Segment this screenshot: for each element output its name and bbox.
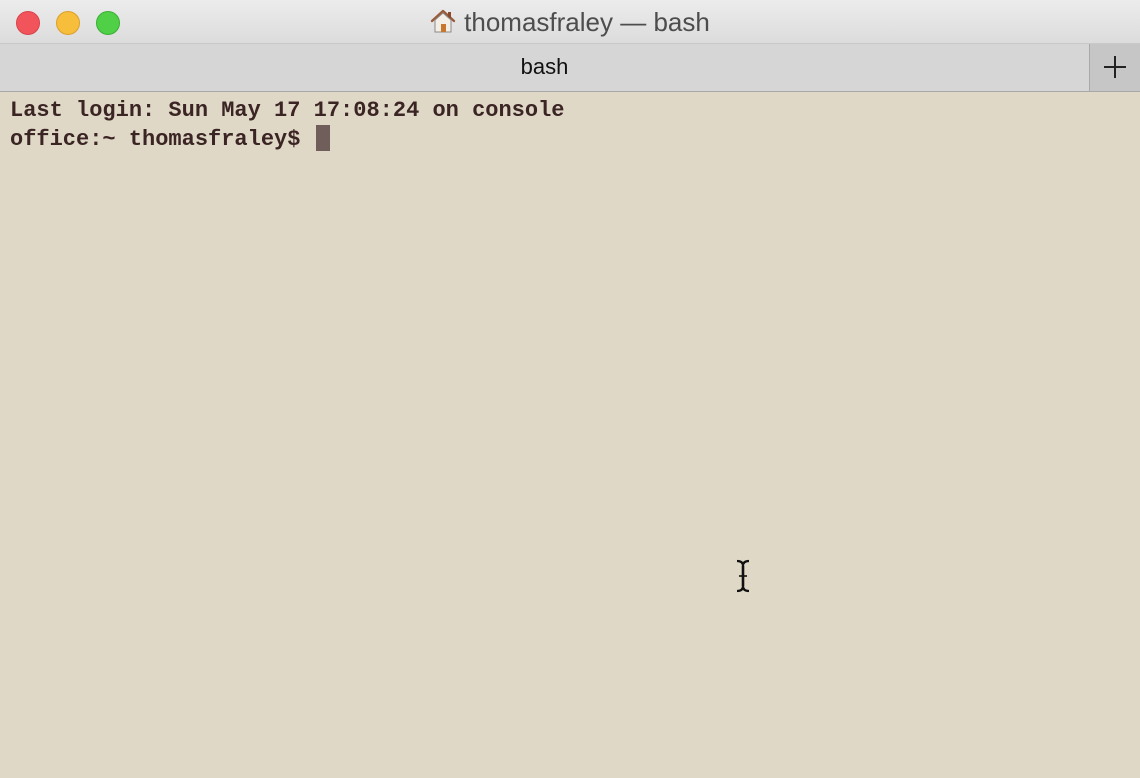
terminal-output[interactable]: Last login: Sun May 17 17:08:24 on conso… (0, 92, 1140, 778)
tab-label: bash (520, 54, 569, 79)
shell-prompt: office:~ thomasfraley$ (10, 127, 314, 152)
new-tab-button[interactable] (1089, 44, 1140, 91)
window-title: thomasfraley — bash (0, 7, 1140, 40)
tab-bar: bash (0, 44, 1140, 92)
home-icon (430, 8, 456, 40)
terminal-window: thomasfraley — bash bash Last login: Sun… (0, 0, 1140, 778)
terminal-line-prompt: office:~ thomasfraley$ (10, 125, 1140, 153)
ibeam-cursor-icon (736, 559, 750, 593)
terminal-line-last-login: Last login: Sun May 17 17:08:24 on conso… (10, 97, 1140, 125)
text-cursor (315, 125, 330, 151)
tab-bash[interactable]: bash (0, 44, 1089, 91)
last-login-text: Last login: Sun May 17 17:08:24 on conso… (10, 98, 565, 123)
plus-icon (1104, 56, 1126, 78)
window-title-text: thomasfraley — bash (464, 7, 710, 37)
title-bar[interactable]: thomasfraley — bash (0, 0, 1140, 44)
